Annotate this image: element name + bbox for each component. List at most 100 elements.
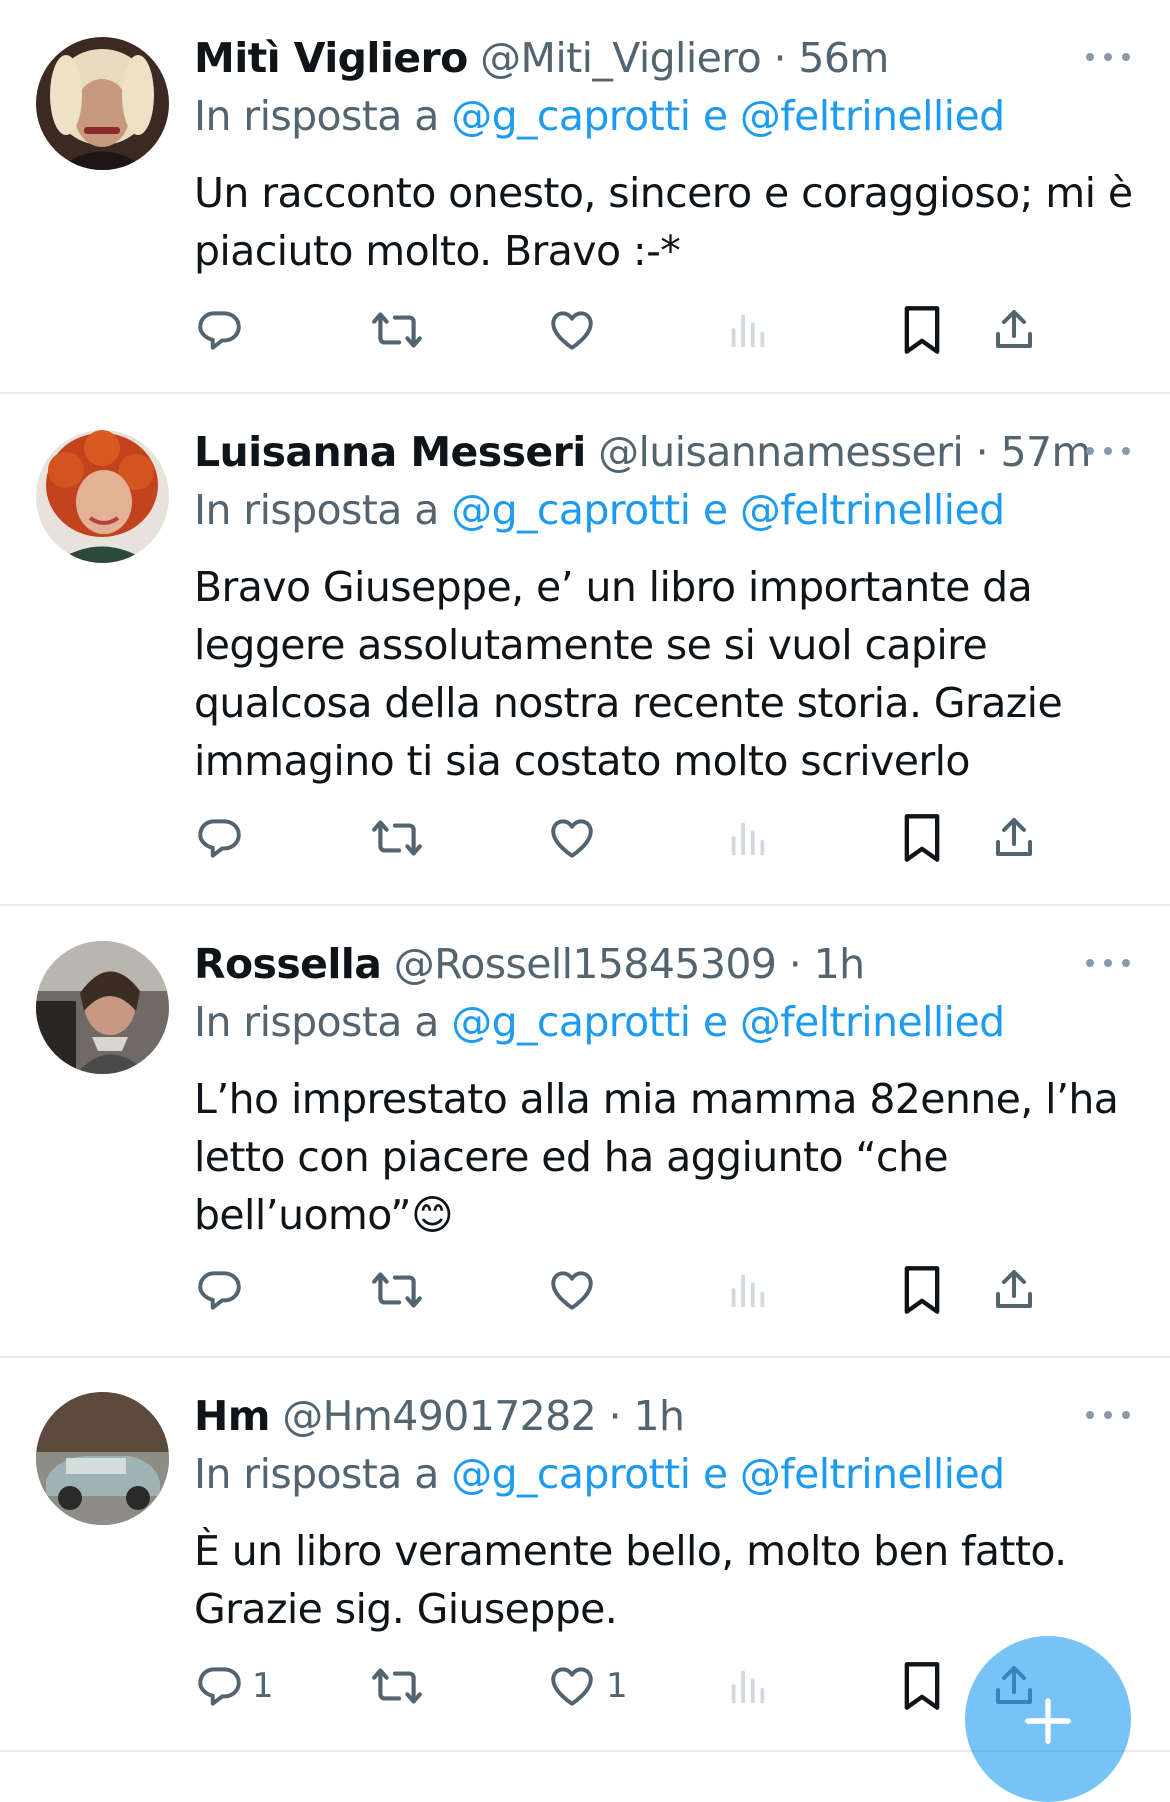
bookmark-button[interactable]: [900, 300, 944, 360]
reply-icon: [198, 311, 241, 350]
retweet-button[interactable]: [370, 1260, 432, 1320]
bookmark-icon: [904, 1662, 940, 1710]
display-name[interactable]: Rossella: [194, 940, 382, 988]
tweet-actions: [194, 808, 1138, 868]
tweet-text: Bravo Giuseppe, e’ un libro importante d…: [194, 563, 1063, 785]
reply-count: 1: [252, 1666, 274, 1706]
like-button[interactable]: [546, 808, 606, 868]
like-count: 1: [606, 1666, 628, 1706]
retweet-icon: [372, 820, 422, 856]
user-handle[interactable]: @Miti_Vigliero: [480, 34, 762, 82]
heart-icon: [551, 819, 593, 858]
reply-button[interactable]: [194, 1260, 252, 1320]
timestamp[interactable]: 1h: [814, 940, 865, 988]
views-icon: [731, 1274, 765, 1308]
tweet[interactable]: Mitì Vigliero @Miti_Vigliero · 56m In ri…: [0, 0, 1170, 394]
reply-button[interactable]: [194, 300, 252, 360]
mention-link[interactable]: @g_caprotti: [451, 998, 691, 1046]
retweet-icon: [372, 1668, 422, 1704]
tweet-text: L’ho imprestato alla mia mamma 82enne, l…: [194, 1075, 1119, 1239]
user-handle[interactable]: @luisannamesseri: [598, 428, 964, 476]
compose-button[interactable]: [965, 1636, 1131, 1802]
reply-context: In risposta a @g_caprotti e @feltrinelli…: [194, 994, 1005, 1050]
reply-prefix: In risposta a: [194, 486, 452, 534]
like-button[interactable]: [546, 300, 606, 360]
share-icon: [996, 1270, 1032, 1308]
mention-link[interactable]: @g_caprotti: [451, 92, 691, 140]
tweet-actions: [194, 1260, 1138, 1320]
tweet-text: Un racconto onesto, sincero e coraggioso…: [194, 169, 1133, 275]
retweet-button[interactable]: [370, 300, 432, 360]
bookmark-icon: [904, 814, 940, 862]
share-button[interactable]: [990, 808, 1038, 868]
more-icon[interactable]: [1084, 42, 1132, 72]
tweet[interactable]: Rossella @Rossell15845309 · 1h In rispos…: [0, 906, 1170, 1358]
reply-context: In risposta a @g_caprotti e @feltrinelli…: [194, 1446, 1005, 1502]
tweet-actions: [194, 300, 1138, 360]
retweet-icon: [372, 1272, 422, 1308]
reply-context: In risposta a @g_caprotti e @feltrinelli…: [194, 482, 1005, 538]
share-icon: [996, 818, 1032, 856]
reply-prefix: In risposta a: [194, 1450, 452, 1498]
bookmark-button[interactable]: [900, 1260, 944, 1320]
share-button[interactable]: [990, 1260, 1038, 1320]
timestamp[interactable]: 1h: [633, 1392, 684, 1440]
mention-link[interactable]: @feltrinellied: [740, 486, 1005, 534]
views-button[interactable]: [724, 300, 770, 360]
retweet-button[interactable]: [370, 808, 432, 868]
user-handle[interactable]: @Hm49017282: [282, 1392, 596, 1440]
bookmark-icon: [904, 1266, 940, 1314]
timestamp[interactable]: 56m: [798, 34, 889, 82]
views-icon: [731, 314, 765, 348]
more-icon[interactable]: [1084, 436, 1132, 466]
mention-conjunction: e: [690, 486, 740, 534]
mention-link[interactable]: @feltrinellied: [740, 998, 1005, 1046]
display-name[interactable]: Mitì Vigliero: [194, 34, 468, 82]
plus-icon: [1025, 1698, 1071, 1744]
separator: ·: [788, 940, 802, 988]
like-button[interactable]: [546, 1260, 606, 1320]
mention-conjunction: e: [690, 92, 740, 140]
mention-link[interactable]: @g_caprotti: [451, 1450, 691, 1498]
tweet[interactable]: Luisanna Messeri @luisannamesseri · 57m …: [0, 394, 1170, 906]
timestamp[interactable]: 57m: [1001, 428, 1092, 476]
views-icon: [731, 1670, 765, 1704]
mention-link[interactable]: @g_caprotti: [451, 486, 691, 534]
retweet-button[interactable]: [370, 1656, 432, 1716]
user-handle[interactable]: @Rossell15845309: [394, 940, 777, 988]
bookmark-button[interactable]: [900, 1656, 944, 1716]
separator: ·: [608, 1392, 622, 1440]
display-name[interactable]: Hm: [194, 1392, 270, 1440]
separator: ·: [975, 428, 989, 476]
views-button[interactable]: [724, 1260, 770, 1320]
more-icon[interactable]: [1084, 948, 1132, 978]
reply-icon: [198, 1271, 241, 1310]
avatar[interactable]: [36, 941, 169, 1074]
mention-conjunction: e: [690, 1450, 740, 1498]
avatar[interactable]: [36, 37, 169, 170]
tweet-header: Luisanna Messeri @luisannamesseri · 57m: [194, 424, 1091, 480]
views-button[interactable]: [724, 808, 770, 868]
views-icon: [731, 822, 765, 856]
avatar[interactable]: [36, 1392, 169, 1525]
tweet-header: Rossella @Rossell15845309 · 1h: [194, 936, 865, 992]
reply-button[interactable]: 1: [194, 1656, 274, 1716]
reply-button[interactable]: [194, 808, 252, 868]
views-button[interactable]: [724, 1656, 770, 1716]
mention-link[interactable]: @feltrinellied: [740, 1450, 1005, 1498]
bookmark-button[interactable]: [900, 808, 944, 868]
reply-icon: [198, 819, 241, 858]
more-icon[interactable]: [1084, 1400, 1132, 1430]
share-button[interactable]: [990, 300, 1038, 360]
separator: ·: [773, 34, 787, 82]
reply-prefix: In risposta a: [194, 998, 452, 1046]
reply-context: In risposta a @g_caprotti e @feltrinelli…: [194, 88, 1005, 144]
like-button[interactable]: 1: [546, 1656, 628, 1716]
mention-link[interactable]: @feltrinellied: [740, 92, 1005, 140]
display-name[interactable]: Luisanna Messeri: [194, 428, 586, 476]
tweet-header: Mitì Vigliero @Miti_Vigliero · 56m: [194, 30, 889, 86]
reply-icon: [198, 1667, 241, 1706]
share-icon: [996, 310, 1032, 348]
heart-icon: [551, 1271, 593, 1310]
avatar[interactable]: [36, 430, 169, 563]
